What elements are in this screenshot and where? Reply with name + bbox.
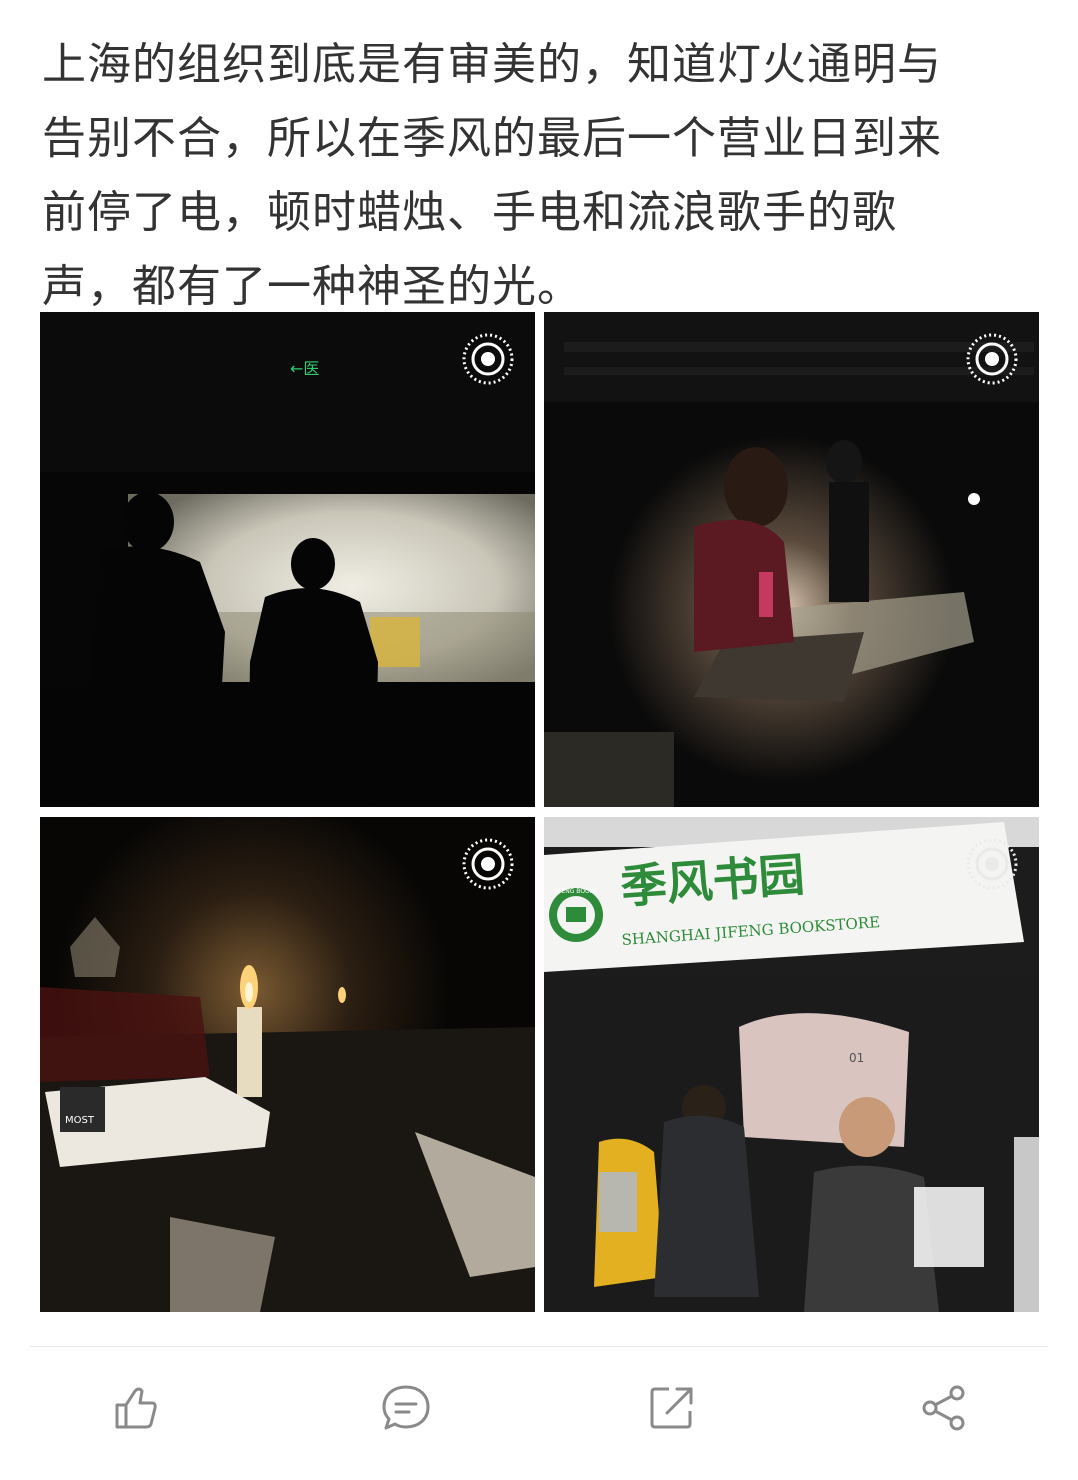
comment-button[interactable] <box>376 1378 436 1438</box>
live-photo-icon <box>461 332 515 386</box>
photo-4[interactable]: JIFENG BOOKS 季风书园 SHANGHAI JIFENG BOOKST… <box>544 817 1039 1312</box>
photo-grid: ←医 MOST JIFENG BOOKS 季风书园 SHANGHAI JIFEN… <box>40 312 1039 1312</box>
sign-number: 01 <box>849 1051 864 1065</box>
photo-2[interactable] <box>544 312 1039 807</box>
thumbs-up-icon <box>115 1387 157 1429</box>
photo-3-image: MOST <box>40 817 535 1312</box>
post-text-line: 上海的组织到底是有审美的，知道灯火通明与 <box>42 39 942 90</box>
photo-1[interactable]: ←医 <box>40 312 535 807</box>
svg-text:JIFENG BOOKS: JIFENG BOOKS <box>553 888 597 895</box>
live-photo-icon <box>965 332 1019 386</box>
forward-button[interactable] <box>642 1378 702 1438</box>
comment-icon <box>382 1385 430 1430</box>
post-text-line: 前停了电，顿时蜡烛、手电和流浪歌手的歌 <box>42 187 897 238</box>
share-button[interactable] <box>914 1378 974 1438</box>
action-bar <box>0 1378 1078 1458</box>
post-text-line: 告别不合，所以在季风的最后一个营业日到来 <box>42 113 942 164</box>
photo-1-image: ←医 <box>40 312 535 807</box>
exit-sign: ←医 <box>290 359 319 378</box>
photo-4-image: JIFENG BOOKS 季风书园 SHANGHAI JIFENG BOOKST… <box>544 817 1039 1312</box>
share-icon <box>922 1385 965 1431</box>
live-photo-icon <box>965 837 1019 891</box>
forward-icon <box>650 1387 693 1429</box>
post-text: 上海的组织到底是有审美的，知道灯火通明与 告别不合，所以在季风的最后一个营业日到… <box>42 28 1042 324</box>
photo-2-image <box>544 312 1039 807</box>
like-button[interactable] <box>106 1378 166 1438</box>
photo-3[interactable]: MOST <box>40 817 535 1312</box>
box-label: MOST <box>65 1115 95 1126</box>
live-photo-icon <box>461 837 515 891</box>
store-logo: JIFENG BOOKS <box>549 888 603 942</box>
divider <box>30 1346 1048 1347</box>
